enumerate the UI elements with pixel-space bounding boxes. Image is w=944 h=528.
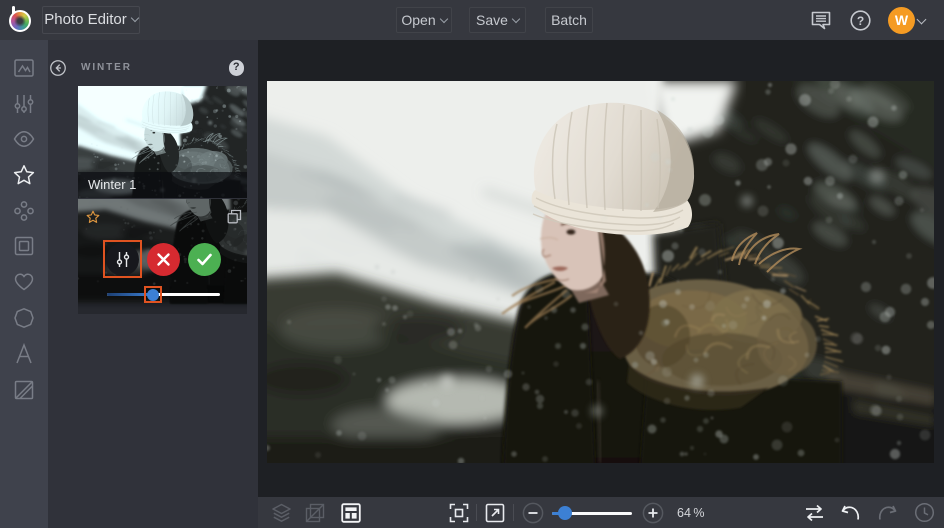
svg-text:?: ? bbox=[857, 14, 864, 28]
